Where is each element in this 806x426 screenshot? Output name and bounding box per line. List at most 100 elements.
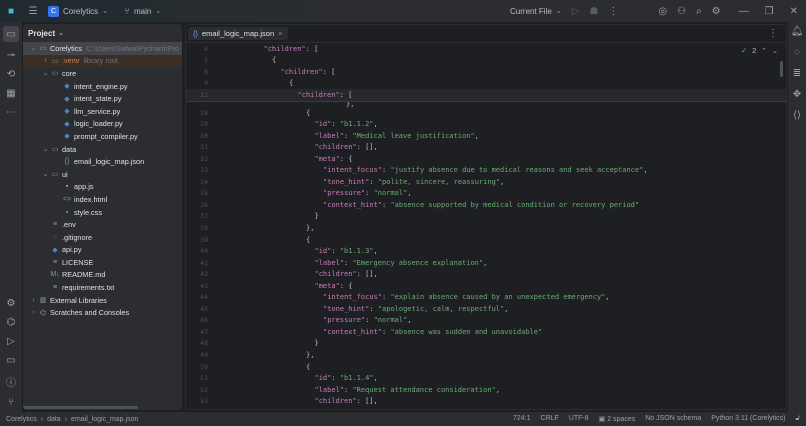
tree-item-label: .gitignore (62, 232, 93, 242)
txt-icon: ≡ (52, 258, 58, 266)
tab-email-logic-map-json[interactable]: {} email_logic_map.json × (188, 27, 288, 40)
code-line: 33 "intent_focus": "justify absence due t… (186, 164, 786, 176)
more-icon[interactable]: ⋮ (608, 6, 618, 17)
code-lines: 28{29 "id": "b1.1.2", 30 "label": "Medical … (186, 107, 786, 407)
tree-item[interactable]: ≡ .env (23, 218, 182, 231)
run-config-select[interactable]: Current File ⌄ (510, 7, 562, 16)
close-tab-icon[interactable]: × (278, 29, 282, 38)
python-packages-icon[interactable]: ⚙ (7, 298, 16, 309)
minimize-icon[interactable]: — (739, 6, 749, 17)
git-icon[interactable]: ⑂ (8, 397, 14, 408)
expand-chevron-icon[interactable]: ⌄ (41, 69, 50, 77)
restore-icon[interactable]: ❐ (765, 6, 774, 17)
expand-chevron-icon[interactable]: ⌄ (29, 44, 38, 52)
expand-chevron-icon[interactable]: ⌄ (41, 170, 50, 178)
tree-item[interactable]: ⌄ ▭ ui (23, 168, 182, 181)
branch-switcher[interactable]: ⑂ main ⌄ (124, 6, 161, 17)
tree-item[interactable]: ⌄ ▭ core (23, 67, 182, 80)
tree-item[interactable]: <> index.html (23, 193, 182, 206)
expand-chevron-icon[interactable]: ⌄ (41, 145, 50, 153)
tree-item[interactable]: ◆ prompt_compiler.py (23, 130, 182, 143)
code-brackets-icon[interactable]: ⟨⟩ (793, 110, 801, 121)
tree-item[interactable]: ▪ style.css (23, 206, 182, 219)
tab-options-icon[interactable]: ⋮ (768, 28, 778, 39)
previous-highlight-icon[interactable]: ⌃ (761, 46, 767, 55)
tree-item[interactable]: ◆ api.py (23, 244, 182, 257)
json-string: "b1.1.4" (339, 374, 374, 383)
expand-chevron-icon[interactable]: › (29, 297, 38, 304)
expand-chevron-icon[interactable]: › (29, 309, 38, 316)
python-interpreter[interactable]: Python 3.11 (Corelytics) (711, 415, 785, 423)
indent-setting[interactable]: ▣ 2 spaces (599, 415, 636, 423)
debug-icon[interactable]: ☗ (589, 6, 598, 17)
folder-icon: ▭ (51, 171, 59, 179)
services-icon[interactable]: ▷ (7, 336, 15, 347)
tree-item[interactable]: › ▥ External Libraries (23, 294, 182, 307)
project-switcher[interactable]: C Corelytics ⌄ (48, 5, 108, 17)
search-icon[interactable]: ⌕ (696, 6, 702, 17)
tree-item[interactable]: ≡ requirements.txt (23, 281, 182, 294)
code-area[interactable]: 4 "children": [5{8 "children": [9{12 "child… (186, 43, 786, 407)
tree-item-label: prompt_compiler.py (74, 131, 138, 141)
breadcrumb-item[interactable]: data (47, 416, 61, 423)
vertical-scrollbar[interactable] (780, 61, 783, 77)
tree-item[interactable]: › ▭ .venv library root (23, 54, 182, 68)
more-tools-icon[interactable]: ⋯ (6, 107, 16, 118)
run-icon[interactable]: ▷ (572, 6, 580, 17)
notifications-bell-icon[interactable]: 🔔︎ (791, 26, 804, 37)
breadcrumb-item[interactable]: Corelytics (6, 416, 37, 423)
breadcrumb-item[interactable]: email_logic_map.json (71, 416, 138, 423)
commit-icon[interactable]: ⊸ (7, 50, 15, 61)
plugin-icon[interactable]: ✥ (793, 89, 801, 100)
py-icon: ◆ (64, 95, 70, 103)
json-string: "absence was sudden and unavoidable" (390, 327, 543, 336)
json-key: "id" (314, 247, 332, 256)
tree-item[interactable]: ◆ llm_service.py (23, 105, 182, 118)
tree-item[interactable]: ⌄ ▭ Corelytics C:\Users\Safwa\PycharmPro (23, 42, 182, 55)
tree-item[interactable]: ◆ logic_loader.py (23, 118, 182, 131)
settings-gear-icon[interactable]: ⚙ (712, 6, 721, 17)
expand-chevron-icon[interactable]: › (41, 57, 50, 64)
json-schema[interactable]: No JSON schema (645, 415, 701, 423)
tree-item[interactable]: ◌ .gitignore (23, 231, 182, 244)
tree-item[interactable]: › ⌬ Scratches and Consoles (23, 306, 182, 319)
next-highlight-icon[interactable]: ⌄ (772, 46, 778, 55)
lock-icon[interactable]: 🔓︎ (795, 415, 800, 423)
json-key: "context_hint" (323, 200, 383, 209)
structure-icon[interactable]: ▦ (6, 88, 15, 99)
line-separator[interactable]: CRLF (541, 415, 559, 423)
python-console-icon[interactable]: ⌬ (7, 317, 16, 328)
ai-chat-icon[interactable]: ◌ (794, 47, 800, 58)
database-icon[interactable]: ≣ (793, 68, 801, 79)
ai-assistant-icon[interactable]: ◎ (658, 6, 667, 17)
project-panel-header[interactable]: Project ⌄ (23, 24, 182, 42)
line-number: 48 (200, 339, 208, 348)
code-with-me-icon[interactable]: ⚇ (677, 6, 686, 17)
tree-item[interactable]: ◆ intent_state.py (23, 92, 182, 105)
close-window-icon[interactable]: ✕ (790, 6, 798, 17)
project-panel: Project ⌄ ⌄ ▭ Corelytics C:\Users\Safwa\Pych… (23, 24, 182, 410)
sticky-lines[interactable]: 4 "children": [5{8 "children": [9{12 "child… (186, 43, 786, 102)
json-string: "Emergency absence explanation" (352, 258, 484, 267)
code-line: 43 "meta": { (186, 280, 786, 292)
file-encoding[interactable]: UTF-8 (569, 415, 589, 423)
tree-item[interactable]: ≡ LICENSE (23, 256, 182, 269)
main-menu-icon[interactable]: ☰ (22, 6, 44, 17)
json-punct: , (500, 177, 505, 186)
json-string: "normal" (373, 316, 408, 325)
problems-icon[interactable]: ⓘ (6, 374, 16, 389)
terminal-icon[interactable]: ▭ (6, 355, 15, 366)
pull-requests-icon[interactable]: ⟲ (7, 69, 15, 80)
line-number: 32 (200, 154, 208, 163)
tree-item[interactable]: ⌄ ▭ data (23, 143, 182, 156)
tree-item[interactable]: ▪ app.js (23, 181, 182, 194)
line-text: "id": "b1.1.3", (208, 247, 378, 255)
inspection-widget[interactable]: ✓ 2 ⌃ ⌄ (741, 46, 778, 55)
tree-item[interactable]: M↓ README.md (23, 269, 182, 282)
tree-item[interactable]: ◆ intent_engine.py (23, 80, 182, 93)
caret-position[interactable]: 724:1 (513, 415, 531, 423)
project-tool-folder-icon[interactable]: ▭ (3, 26, 19, 42)
horizontal-scrollbar[interactable] (23, 406, 138, 409)
tree-item[interactable]: {} email_logic_map.json (23, 155, 182, 168)
json-key: "intent_focus" (323, 166, 383, 175)
